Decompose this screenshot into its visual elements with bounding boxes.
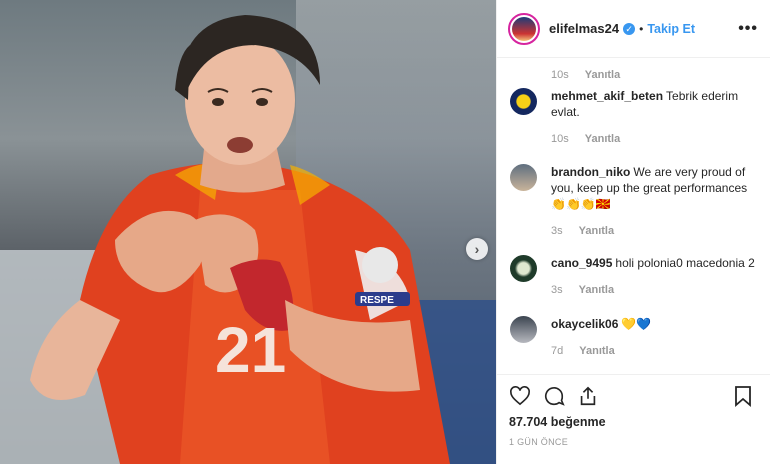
- comment-time: 3s: [551, 284, 563, 296]
- commenter-username[interactable]: brandon_niko: [551, 165, 630, 179]
- comment-text: 💛💙: [621, 317, 652, 331]
- comment-icon[interactable]: [543, 385, 565, 407]
- verified-badge-icon: ✓: [623, 22, 636, 35]
- comment-time: 10s: [551, 133, 569, 145]
- separator-dot: •: [639, 21, 644, 36]
- post-time: 1 GÜN ÖNCE: [509, 437, 569, 447]
- reply-button[interactable]: Yanıtla: [579, 225, 614, 237]
- comment-meta: 7d Yanıtla: [551, 345, 651, 357]
- bookmark-icon[interactable]: [732, 385, 754, 407]
- commenter-avatar[interactable]: [510, 255, 537, 282]
- reply-button[interactable]: Yanıtla: [585, 133, 620, 145]
- heart-icon[interactable]: [509, 385, 531, 407]
- comment-meta: 10s Yanıtla: [551, 133, 758, 145]
- reply-button[interactable]: Yanıtla: [579, 284, 614, 296]
- comment-time: 7d: [551, 345, 564, 357]
- reply-button[interactable]: Yanıtla: [579, 345, 614, 357]
- commenter-avatar[interactable]: [510, 88, 537, 115]
- comments-list: 10s Yanıtla mehmet_akif_beten Tebrik eder…: [497, 58, 770, 374]
- comment-item: brandon_niko We are very proud of you, ke…: [510, 164, 758, 237]
- more-options-icon[interactable]: •••: [738, 20, 758, 38]
- previous-comment-meta: 10s Yanıtla: [551, 69, 620, 81]
- instagram-post: 21 RESPE › elifelmas24 ✓ • Takip Et ••• …: [0, 0, 770, 464]
- follow-button[interactable]: Takip Et: [647, 22, 695, 36]
- post-photo[interactable]: 21 RESPE ›: [0, 0, 496, 464]
- comment-item: mehmet_akif_beten Tebrik ederim evlat. 10…: [510, 88, 758, 145]
- author-username[interactable]: elifelmas24: [549, 21, 619, 36]
- commenter-avatar[interactable]: [510, 316, 537, 343]
- post-sidebar: elifelmas24 ✓ • Takip Et ••• 10s Yanıtla…: [496, 0, 770, 464]
- post-actions: 87.704 beğenme 1 GÜN ÖNCE: [497, 374, 770, 464]
- commenter-avatar[interactable]: [510, 164, 537, 191]
- reply-button[interactable]: Yanıtla: [585, 69, 620, 81]
- comment-time: 10s: [551, 69, 569, 81]
- comment-text: holi polonia0 macedonia 2: [615, 256, 755, 270]
- commenter-username[interactable]: okaycelik06: [551, 317, 618, 331]
- commenter-username[interactable]: cano_9495: [551, 256, 612, 270]
- post-header: elifelmas24 ✓ • Takip Et •••: [497, 0, 770, 58]
- comment-meta: 3s Yanıtla: [551, 225, 758, 237]
- commenter-username[interactable]: mehmet_akif_beten: [551, 89, 663, 103]
- next-photo-button[interactable]: ›: [466, 238, 488, 260]
- comment-item: okaycelik06 💛💙 7d Yanıtla: [510, 316, 758, 357]
- comment-item: cano_9495 holi polonia0 macedonia 2 3s Ya…: [510, 255, 758, 296]
- likes-count[interactable]: 87.704 beğenme: [509, 415, 606, 429]
- football-player-illustration: 21 RESPE: [30, 15, 450, 464]
- author-avatar[interactable]: [508, 12, 540, 45]
- comment-time: 3s: [551, 225, 563, 237]
- svg-text:RESPE: RESPE: [360, 295, 394, 306]
- share-icon[interactable]: [577, 385, 599, 407]
- svg-text:21: 21: [215, 314, 286, 386]
- comment-meta: 3s Yanıtla: [551, 284, 755, 296]
